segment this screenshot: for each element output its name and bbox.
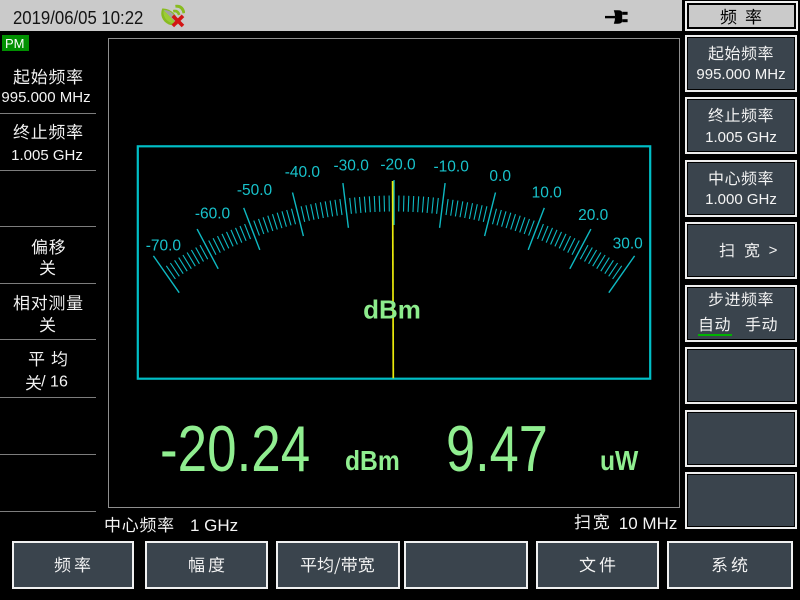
svg-text:-70.0: -70.0 — [146, 237, 182, 254]
svg-text:-20.0: -20.0 — [380, 156, 416, 173]
svg-text:10.0: 10.0 — [532, 185, 563, 202]
svg-text:-10.0: -10.0 — [434, 159, 470, 176]
svg-text:-30.0: -30.0 — [334, 158, 370, 175]
svg-text:30.0: 30.0 — [613, 236, 644, 253]
svg-text:-40.0: -40.0 — [285, 164, 321, 181]
svg-text:0.0: 0.0 — [489, 168, 511, 185]
svg-text:-60.0: -60.0 — [195, 206, 231, 223]
svg-text:20.0: 20.0 — [578, 207, 609, 224]
svg-text:-50.0: -50.0 — [237, 182, 273, 199]
